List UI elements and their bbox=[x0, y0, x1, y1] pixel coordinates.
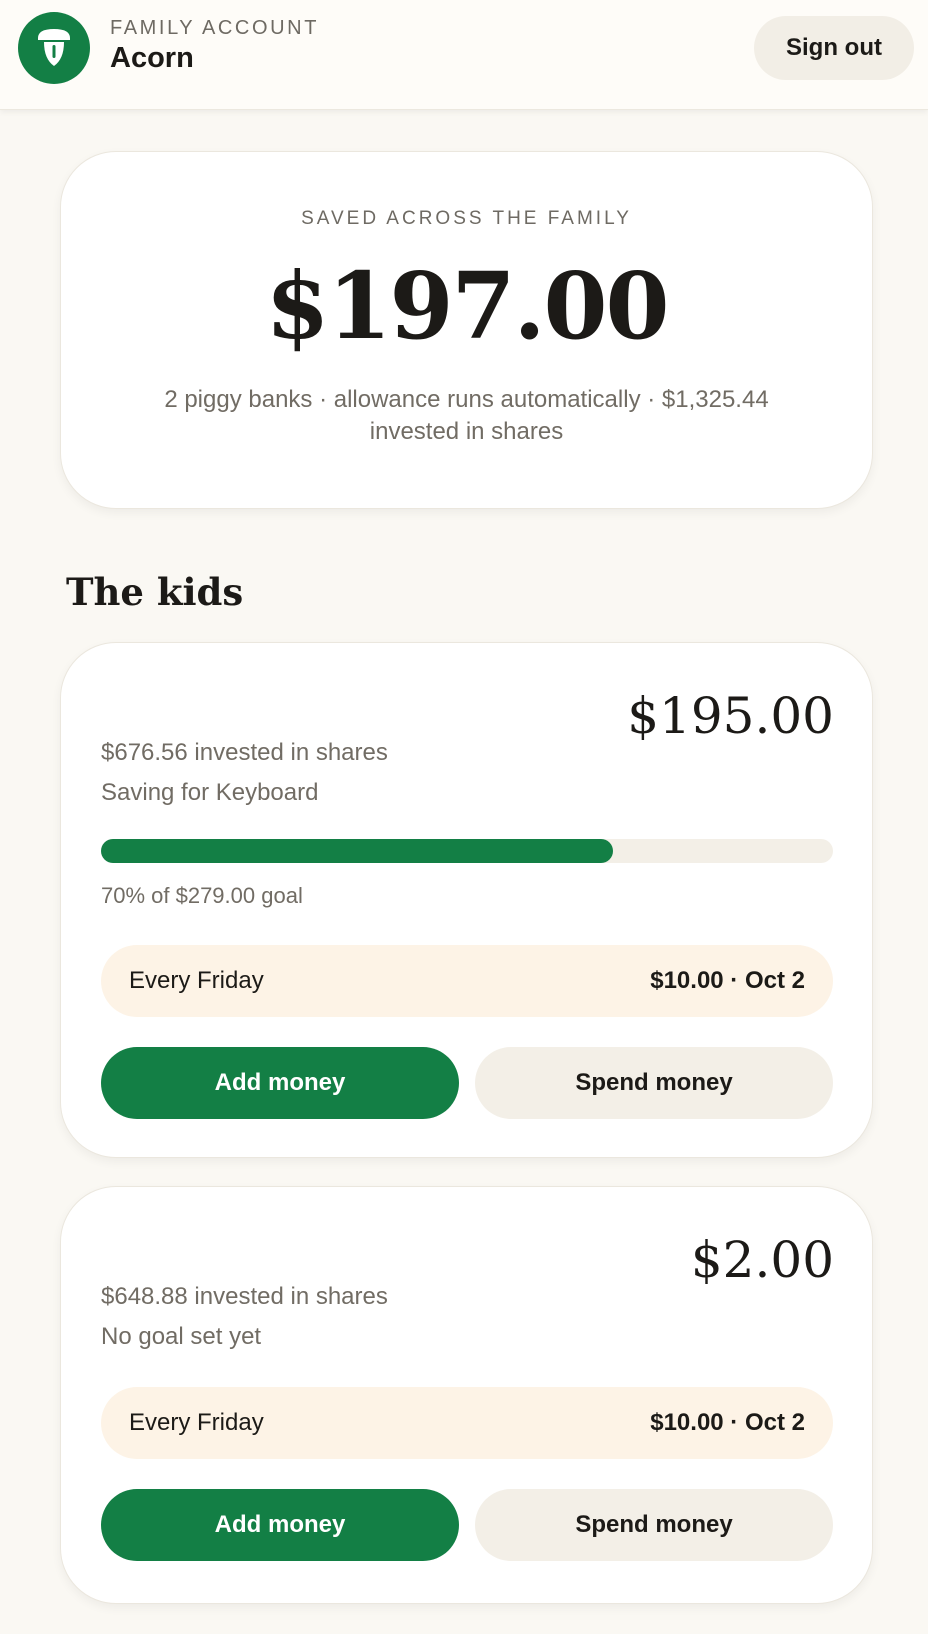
sign-out-button[interactable]: Sign out bbox=[754, 16, 914, 80]
add-money-button[interactable]: Add money bbox=[101, 1047, 459, 1119]
acorn-icon bbox=[18, 12, 90, 84]
summary-kicker: SAVED ACROSS THE FAMILY bbox=[301, 208, 632, 229]
account-type-label: FAMILY ACCOUNT bbox=[110, 17, 320, 39]
family-total-amount: $197.00 bbox=[265, 252, 669, 360]
spend-money-button[interactable]: Spend money bbox=[475, 1489, 833, 1561]
summary-note: 2 piggy banks · allowance runs automatic… bbox=[164, 386, 769, 445]
allowance-amount-date: $10.00 · Oct 2 bbox=[650, 1409, 805, 1436]
allowance-amount-date: $10.00 · Oct 2 bbox=[650, 967, 805, 994]
app-header: FAMILY ACCOUNT Acorn Sign out bbox=[0, 0, 928, 110]
kid-card: $2.00 $648.88 invested in shares No goal… bbox=[60, 1186, 873, 1604]
spend-money-button[interactable]: Spend money bbox=[475, 1047, 833, 1119]
allowance-schedule: Every Friday $10.00 · Oct 2 bbox=[101, 945, 833, 1017]
goal-progress-bar bbox=[101, 839, 833, 863]
goal-progress-text: 70% of $279.00 goal bbox=[101, 883, 303, 908]
kid-balance: $2.00 bbox=[690, 1231, 834, 1289]
kid-goal-text: No goal set yet bbox=[101, 1323, 262, 1350]
kid-invested-amount: $676.56 invested in shares bbox=[101, 739, 388, 766]
kid-balance: $195.00 bbox=[627, 687, 834, 745]
account-name: Acorn bbox=[110, 42, 194, 74]
family-savings-summary-card: SAVED ACROSS THE FAMILY $197.00 2 piggy … bbox=[60, 151, 873, 509]
kid-card: $195.00 $676.56 invested in shares Savin… bbox=[60, 642, 873, 1158]
add-money-button[interactable]: Add money bbox=[101, 1489, 459, 1561]
allowance-schedule: Every Friday $10.00 · Oct 2 bbox=[101, 1387, 833, 1459]
allowance-frequency: Every Friday bbox=[129, 967, 264, 994]
allowance-frequency: Every Friday bbox=[129, 1409, 264, 1436]
kids-section-title: The kids bbox=[66, 570, 244, 614]
kid-goal-text: Saving for Keyboard bbox=[101, 779, 319, 806]
kid-invested-amount: $648.88 invested in shares bbox=[101, 1283, 388, 1310]
goal-progress-fill bbox=[101, 839, 614, 863]
